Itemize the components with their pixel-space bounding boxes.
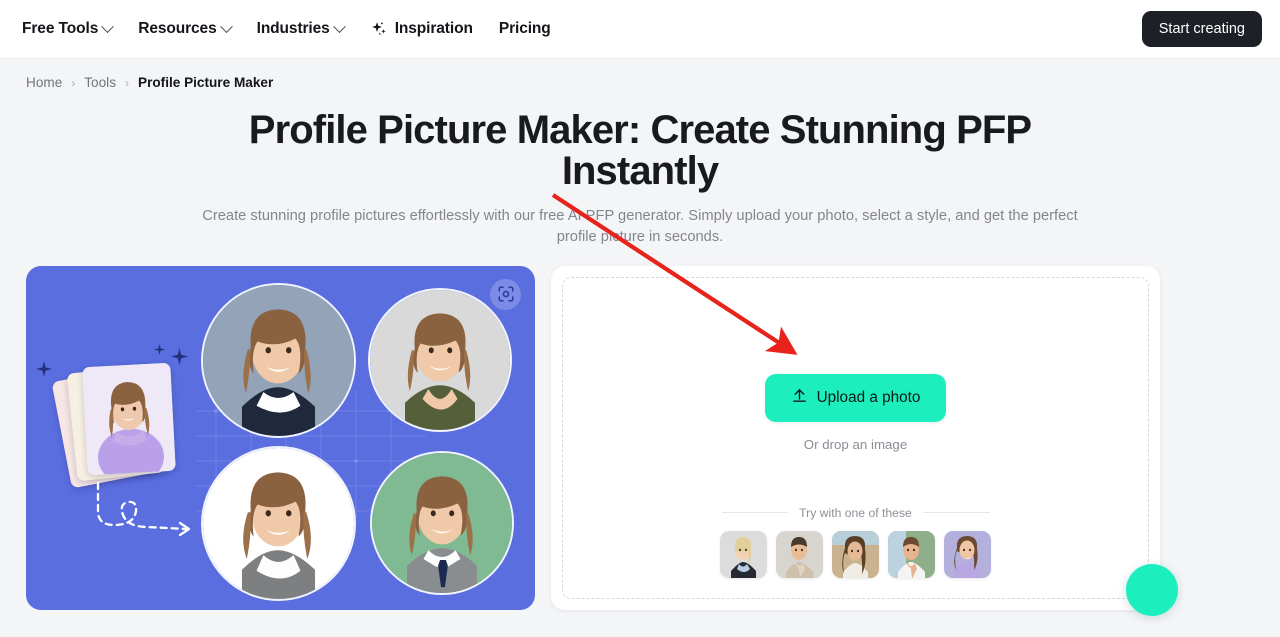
- nav-links: Free Tools Resources Industries Inspirat…: [22, 19, 551, 39]
- sparkles-icon: [370, 20, 389, 39]
- breadcrumb: Home › Tools › Profile Picture Maker: [0, 59, 1280, 90]
- sample-thumbnail-4[interactable]: [888, 530, 935, 578]
- result-photo-3: [201, 445, 356, 601]
- sample-thumbnails: [720, 530, 991, 578]
- breadcrumb-separator: ›: [71, 75, 76, 90]
- source-photo-card: [82, 362, 176, 476]
- try-with-one-of-these-label: Try with one of these: [799, 505, 912, 520]
- dropzone[interactable]: Upload a photo Or drop an image Try with…: [562, 276, 1149, 599]
- nav-item-resources[interactable]: Resources: [138, 19, 233, 38]
- sample-thumbnail-5[interactable]: [944, 530, 991, 578]
- source-photo-image: [82, 362, 176, 476]
- breadcrumb-item-tools[interactable]: Tools: [84, 75, 116, 90]
- nav-item-label: Free Tools: [22, 20, 99, 37]
- chevron-down-icon: [219, 19, 233, 33]
- result-photo-image: [203, 447, 354, 599]
- start-creating-button[interactable]: Start creating: [1141, 11, 1262, 47]
- dashed-flow-arrow-icon: [96, 481, 191, 537]
- breadcrumb-item-home[interactable]: Home: [26, 75, 62, 90]
- breadcrumb-separator: ›: [125, 75, 129, 90]
- result-photo-2: [368, 287, 512, 432]
- result-photo-4: [370, 450, 514, 595]
- page-subtitle: Create stunning profile pictures effortl…: [202, 208, 1078, 245]
- sample-image: [776, 530, 823, 578]
- try-label-row: Try with one of these: [721, 505, 990, 520]
- sample-image: [944, 530, 991, 578]
- nav-item-label: Inspiration: [394, 20, 473, 37]
- nav-item-inspiration[interactable]: Inspiration: [370, 20, 473, 39]
- result-photo-image: [372, 452, 512, 593]
- upload-a-photo-button[interactable]: Upload a photo: [764, 373, 947, 422]
- source-photo-stack: [51, 362, 184, 489]
- nav-item-label: Pricing: [498, 20, 551, 37]
- sparkle-star-icon: [171, 347, 188, 365]
- upload-arrow-icon: [791, 387, 808, 409]
- sample-thumbnail-2[interactable]: [776, 530, 823, 578]
- result-photo-image: [203, 284, 354, 436]
- upload-card: Upload a photo Or drop an image Try with…: [551, 265, 1178, 616]
- top-navigation-bar: Free Tools Resources Industries Inspirat…: [0, 0, 1280, 59]
- divider-left: [721, 512, 789, 514]
- nav-item-industries[interactable]: Industries: [256, 19, 346, 38]
- sparkle-star-icon: [36, 360, 52, 377]
- result-photo-1: [201, 282, 356, 438]
- sparkle-star-icon: [154, 343, 165, 355]
- sample-images-section: Try with one of these: [563, 506, 1148, 578]
- chevron-down-icon: [332, 19, 346, 33]
- sample-image: [720, 530, 767, 578]
- nav-item-pricing[interactable]: Pricing: [499, 20, 551, 38]
- sample-image: [888, 530, 935, 578]
- sample-thumbnail-1[interactable]: [720, 530, 767, 578]
- nav-item-free-tools[interactable]: Free Tools: [22, 19, 115, 38]
- breadcrumb-item-current: Profile Picture Maker: [138, 75, 274, 90]
- chat-widget-bubble[interactable]: [1126, 563, 1178, 616]
- sample-thumbnail-3[interactable]: [832, 530, 879, 578]
- chevron-down-icon: [101, 19, 115, 33]
- drop-hint-text: Or drop an image: [803, 436, 908, 452]
- scan-focus-icon[interactable]: [490, 278, 521, 310]
- nav-item-label: Resources: [138, 20, 217, 37]
- page-title: Profile Picture Maker: Create Stunning P…: [248, 108, 1032, 194]
- result-photo-image: [370, 289, 510, 430]
- upload-button-label: Upload a photo: [816, 388, 921, 406]
- showcase-panel: [26, 265, 535, 610]
- main-content: Upload a photo Or drop an image Try with…: [0, 265, 1280, 616]
- sample-image: [832, 530, 879, 578]
- nav-item-label: Industries: [256, 20, 330, 37]
- divider-right: [922, 512, 990, 514]
